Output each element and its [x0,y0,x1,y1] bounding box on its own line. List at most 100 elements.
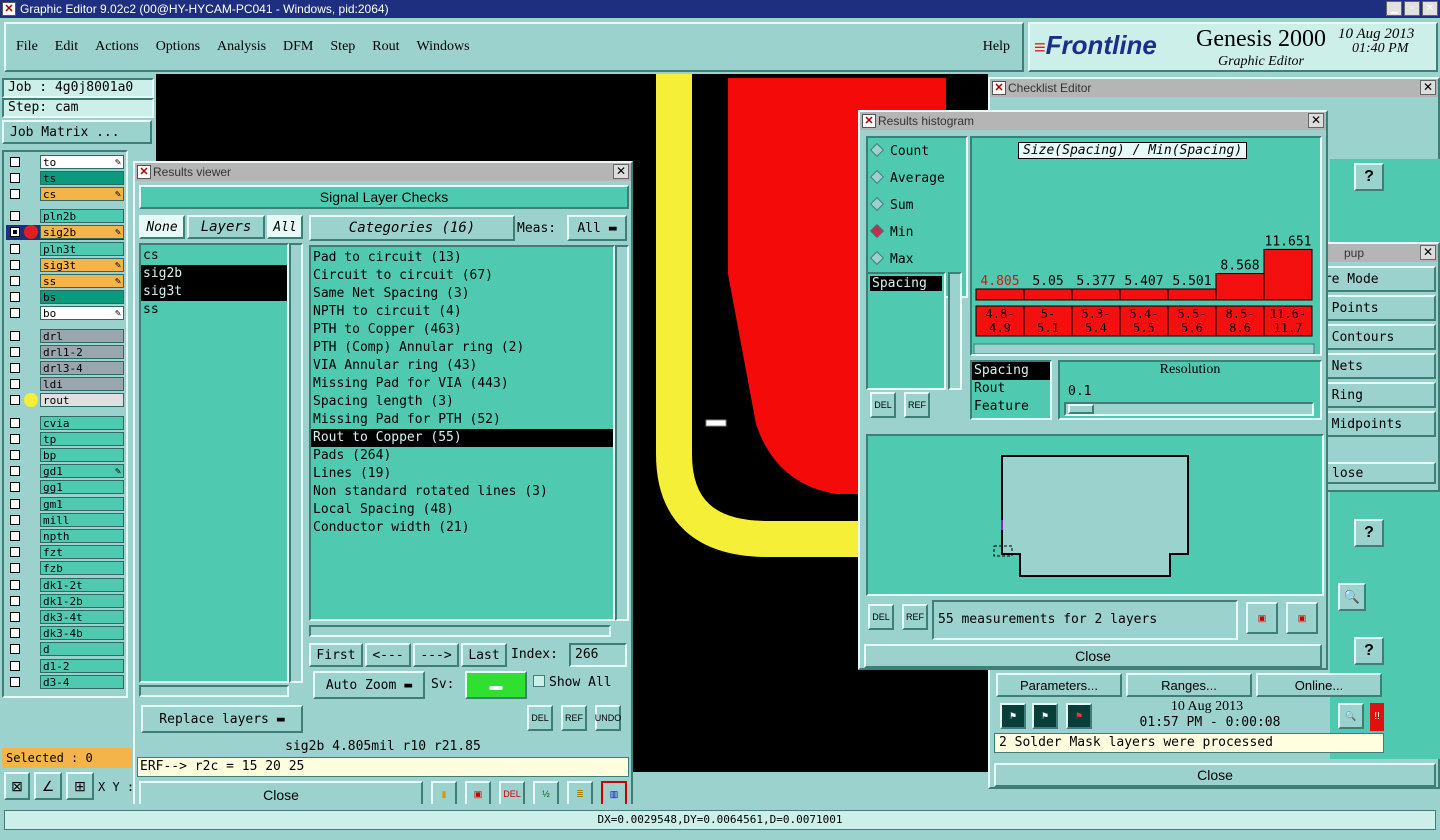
menu-rout[interactable]: Rout [372,39,399,55]
preview-ref-icon[interactable]: REF [902,604,928,630]
category-item[interactable]: Same Net Spacing (3) [311,285,613,303]
layer-row-to[interactable]: to ✎ [6,154,124,169]
mode-option-min[interactable]: Min [868,219,966,246]
layer-checkbox[interactable] [10,211,20,222]
histogram-bar[interactable] [1119,288,1169,301]
rv-layer-item[interactable]: ss [141,301,287,319]
zoom-icon[interactable]: 🔍 [1338,703,1364,729]
ref-icon[interactable]: REF [561,705,587,731]
menu-dfm[interactable]: DFM [283,39,313,55]
layer-checkbox[interactable] [10,330,20,341]
layer-row-dk3-4b[interactable]: dk3-4b [6,626,124,641]
mode-option-average[interactable]: Average [868,165,966,192]
layer-row-d1-2[interactable]: d1-2 [6,658,124,673]
measure-selected[interactable]: Spacing [870,276,942,291]
layer-row-sig2b[interactable]: sig2b ✎ [6,224,124,240]
menu-file[interactable]: File [16,39,38,55]
category-item[interactable]: Non standard rotated lines (3) [311,483,613,501]
close-icon[interactable]: ✕ [1420,80,1436,95]
layer-checkbox[interactable] [10,628,20,639]
layer-checkbox[interactable] [10,243,20,254]
zoom-icon-button[interactable]: 🔍 [1338,583,1366,611]
category-item[interactable]: Circuit to circuit (67) [311,267,613,285]
layer-checkbox[interactable] [10,362,20,373]
layer-checkbox[interactable] [10,449,20,460]
layer-checkbox[interactable] [10,611,20,622]
category-item[interactable]: Pads (264) [311,447,613,465]
category-item[interactable]: NPTH to circuit (4) [311,303,613,321]
menu-edit[interactable]: Edit [55,39,78,55]
layer-row-tp[interactable]: tp [6,431,124,446]
hist-del-icon[interactable]: DEL [870,392,896,418]
histogram-bar[interactable] [1215,273,1265,301]
layer-row-cs[interactable]: cs ✎ [6,186,124,201]
layer-checkbox[interactable] [10,595,20,606]
layer-checkbox[interactable] [10,563,20,574]
mode-option-count[interactable]: Count [868,138,966,165]
next-button[interactable]: ---> [413,643,459,667]
layer-checkbox[interactable] [10,379,20,390]
mode-option-max[interactable]: Max [868,246,966,273]
layer-row-drl1-2[interactable]: drl1-2 [6,344,124,359]
run-icon-2[interactable]: ⚑ [1032,703,1058,729]
layer-row-mill[interactable]: mill [6,512,124,527]
layers-button[interactable]: Layers [187,215,265,239]
grid-tool-button[interactable]: ⊞ [66,772,94,800]
layer-row-bs[interactable]: bs [6,290,124,305]
layer-checkbox[interactable] [10,547,20,558]
category-hscroll[interactable] [309,625,611,637]
category-item[interactable]: VIA Annular ring (43) [311,357,613,375]
layer-row-sig3t[interactable]: sig3t ✎ [6,257,124,272]
close-icon[interactable]: ✕ [613,164,629,179]
index-field[interactable]: 266 [569,643,627,667]
category-item[interactable]: Spacing length (3) [311,393,613,411]
category-item[interactable]: PTH (Comp) Annular ring (2) [311,339,613,357]
layer-row-ss[interactable]: ss ✎ [6,273,124,288]
menu-help[interactable]: Help [983,39,1010,55]
param-item[interactable]: Spacing [972,362,1050,380]
resolution-slider[interactable] [1064,402,1314,416]
layer-checkbox[interactable] [10,156,20,167]
undo-icon[interactable]: UNDO [595,705,621,731]
layer-checkbox[interactable] [10,660,20,671]
meas-select[interactable]: All ▬ [567,215,627,241]
run-icon-3[interactable]: ⚑ [1066,703,1092,729]
layer-row-bo[interactable]: bo ✎ [6,306,124,321]
category-item[interactable]: Missing Pad for PTH (52) [311,411,613,429]
category-item[interactable]: Missing Pad for VIA (443) [311,375,613,393]
zoom-next-icon[interactable]: ▣ [1286,602,1318,634]
menu-windows[interactable]: Windows [417,39,470,55]
layer-checkbox[interactable] [10,227,20,238]
histogram-bar[interactable] [1167,288,1217,301]
menu-actions[interactable]: Actions [95,39,139,55]
histogram-close-button[interactable]: Close [864,644,1322,668]
layer-checkbox[interactable] [10,433,20,444]
first-button[interactable]: First [309,643,363,667]
layer-row-npth[interactable]: npth [6,528,124,543]
mode-option-sum[interactable]: Sum [868,192,966,219]
close-icon[interactable]: ✕ [1420,245,1436,260]
measure-tool-button[interactable]: ∠ [34,772,62,800]
category-item[interactable]: PTH to Copper (463) [311,321,613,339]
categories-button[interactable]: Categories (16) [309,215,515,241]
minimize-button[interactable]: ▁ [1386,1,1402,16]
layer-checkbox[interactable] [10,644,20,655]
category-item[interactable]: Rout to Copper (55) [311,429,613,447]
layer-checkbox[interactable] [10,482,20,493]
layer-row-cvia[interactable]: cvia [6,415,124,430]
hist-ref-icon[interactable]: REF [904,392,930,418]
layer-row-bp[interactable]: bp [6,447,124,462]
zoom-prev-icon[interactable]: ▣ [1246,602,1278,634]
layer-row-ldi[interactable]: ldi [6,377,124,392]
layer-row-dk3-4t[interactable]: dk3-4t [6,609,124,624]
category-scrollbar[interactable] [615,245,629,621]
layer-row-fzt[interactable]: fzt [6,545,124,560]
category-item[interactable]: Conductor width (21) [311,519,613,537]
preview-del-icon[interactable]: DEL [868,604,894,630]
parameters-button[interactable]: Parameters... [996,673,1122,697]
snap-tool-button[interactable]: ⊠ [4,772,30,800]
rv-layer-item[interactable]: sig3t [141,283,287,301]
last-button[interactable]: Last [461,643,507,667]
layer-row-gm1[interactable]: gm1 [6,496,124,511]
measure-scrollbar[interactable] [948,272,962,390]
